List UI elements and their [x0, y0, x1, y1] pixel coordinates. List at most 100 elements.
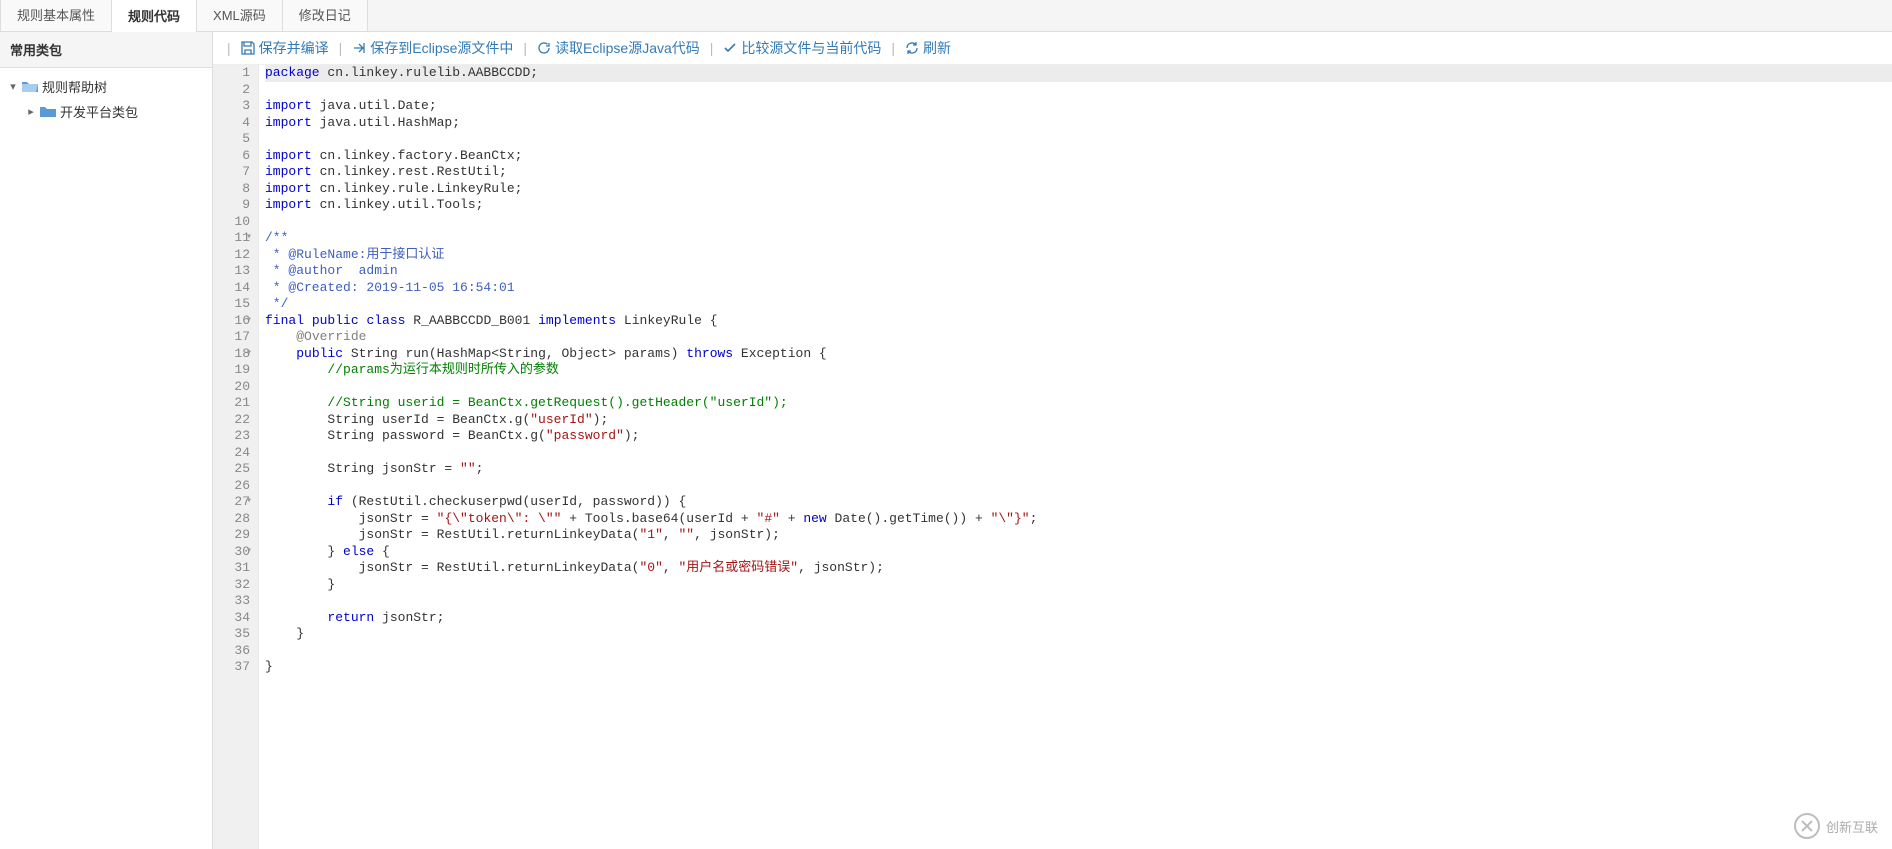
- code-line[interactable]: [265, 593, 1892, 610]
- line-number: 33: [219, 593, 250, 610]
- line-number: 29: [219, 527, 250, 544]
- code-line[interactable]: import java.util.Date;: [265, 98, 1892, 115]
- line-number: 5: [219, 131, 250, 148]
- line-number: 31: [219, 560, 250, 577]
- separator: |: [339, 40, 343, 56]
- code-line[interactable]: [265, 478, 1892, 495]
- code-line[interactable]: jsonStr = RestUtil.returnLinkeyData("0",…: [265, 560, 1892, 577]
- code-line[interactable]: }: [265, 577, 1892, 594]
- line-number: 11: [219, 230, 250, 247]
- code-line[interactable]: * @author admin: [265, 263, 1892, 280]
- code-line[interactable]: //params为运行本规则时所传入的参数: [265, 362, 1892, 379]
- code-line[interactable]: }: [265, 626, 1892, 643]
- code-line[interactable]: return jsonStr;: [265, 610, 1892, 627]
- code-line[interactable]: [265, 82, 1892, 99]
- separator: |: [891, 40, 895, 56]
- export-icon: [352, 41, 366, 55]
- code-line[interactable]: public String run(HashMap<String, Object…: [265, 346, 1892, 363]
- tree-root-node[interactable]: ▾ 规则帮助树: [4, 74, 208, 99]
- tab-3[interactable]: 修改日记: [282, 0, 368, 31]
- code-line[interactable]: /**: [265, 230, 1892, 247]
- line-number: 21: [219, 395, 250, 412]
- chevron-right-icon[interactable]: ▸: [24, 105, 38, 118]
- save-to-eclipse-label: 保存到Eclipse源文件中: [370, 38, 513, 58]
- read-eclipse-label: 读取Eclipse源Java代码: [555, 38, 700, 58]
- line-number: 12: [219, 247, 250, 264]
- code-editor[interactable]: 1234567891011121314151617181920212223242…: [213, 65, 1892, 849]
- code-line[interactable]: @Override: [265, 329, 1892, 346]
- line-number: 18: [219, 346, 250, 363]
- code-line[interactable]: String password = BeanCtx.g("password");: [265, 428, 1892, 445]
- line-number: 13: [219, 263, 250, 280]
- code-line[interactable]: * @Created: 2019-11-05 16:54:01: [265, 280, 1892, 297]
- code-line[interactable]: String jsonStr = "";: [265, 461, 1892, 478]
- code-line[interactable]: [265, 131, 1892, 148]
- code-line[interactable]: import cn.linkey.rest.RestUtil;: [265, 164, 1892, 181]
- code-line[interactable]: final public class R_AABBCCDD_B001 imple…: [265, 313, 1892, 330]
- code-line[interactable]: * @RuleName:用于接口认证: [265, 247, 1892, 264]
- line-number: 16: [219, 313, 250, 330]
- tree-child-label: 开发平台类包: [60, 102, 138, 121]
- line-number: 6: [219, 148, 250, 165]
- code-line[interactable]: [265, 643, 1892, 660]
- line-number: 17: [219, 329, 250, 346]
- save-compile-button[interactable]: 保存并编译: [241, 38, 329, 58]
- editor-code[interactable]: package cn.linkey.rulelib.AABBCCDD; impo…: [259, 65, 1892, 849]
- code-line[interactable]: [265, 214, 1892, 231]
- sidebar: 常用类包 ▾ 规则帮助树 ▸ 开发平台类包: [0, 32, 213, 849]
- save-to-eclipse-button[interactable]: 保存到Eclipse源文件中: [352, 38, 513, 58]
- line-number: 35: [219, 626, 250, 643]
- line-number: 2: [219, 82, 250, 99]
- line-number: 23: [219, 428, 250, 445]
- read-eclipse-button[interactable]: 读取Eclipse源Java代码: [537, 38, 700, 58]
- code-line[interactable]: } else {: [265, 544, 1892, 561]
- code-line[interactable]: jsonStr = RestUtil.returnLinkeyData("1",…: [265, 527, 1892, 544]
- separator: |: [523, 40, 527, 56]
- code-line[interactable]: //String userid = BeanCtx.getRequest().g…: [265, 395, 1892, 412]
- line-number: 22: [219, 412, 250, 429]
- separator: |: [710, 40, 714, 56]
- code-line[interactable]: if (RestUtil.checkuserpwd(userId, passwo…: [265, 494, 1892, 511]
- code-line[interactable]: String userId = BeanCtx.g("userId");: [265, 412, 1892, 429]
- code-line[interactable]: [265, 379, 1892, 396]
- refresh-label: 刷新: [923, 38, 951, 58]
- line-number: 30: [219, 544, 250, 561]
- line-number: 14: [219, 280, 250, 297]
- compare-source-button[interactable]: 比较源文件与当前代码: [723, 38, 881, 58]
- line-number: 9: [219, 197, 250, 214]
- code-line[interactable]: import cn.linkey.rule.LinkeyRule;: [265, 181, 1892, 198]
- code-line[interactable]: [265, 445, 1892, 462]
- tab-1[interactable]: 规则代码: [111, 0, 197, 32]
- line-number: 34: [219, 610, 250, 627]
- tab-2[interactable]: XML源码: [196, 0, 283, 31]
- tree-child-node[interactable]: ▸ 开发平台类包: [22, 99, 208, 124]
- line-number: 3: [219, 98, 250, 115]
- line-number: 7: [219, 164, 250, 181]
- refresh-button[interactable]: 刷新: [905, 38, 951, 58]
- code-line[interactable]: import cn.linkey.util.Tools;: [265, 197, 1892, 214]
- code-line[interactable]: import java.util.HashMap;: [265, 115, 1892, 132]
- code-line[interactable]: */: [265, 296, 1892, 313]
- code-line[interactable]: }: [265, 659, 1892, 676]
- check-icon: [723, 41, 737, 55]
- compare-source-label: 比较源文件与当前代码: [741, 38, 881, 58]
- line-number: 27: [219, 494, 250, 511]
- line-number: 8: [219, 181, 250, 198]
- folder-icon: [40, 105, 56, 119]
- chevron-down-icon[interactable]: ▾: [6, 80, 20, 93]
- code-line[interactable]: jsonStr = "{\"token\": \"" + Tools.base6…: [265, 511, 1892, 528]
- line-number: 20: [219, 379, 250, 396]
- line-number: 19: [219, 362, 250, 379]
- line-number: 15: [219, 296, 250, 313]
- editor-gutter: 1234567891011121314151617181920212223242…: [213, 65, 259, 849]
- line-number: 26: [219, 478, 250, 495]
- line-number: 25: [219, 461, 250, 478]
- tree-root-label: 规则帮助树: [42, 77, 107, 96]
- separator: |: [227, 40, 231, 56]
- tab-0[interactable]: 规则基本属性: [0, 0, 112, 31]
- line-number: 28: [219, 511, 250, 528]
- code-line[interactable]: import cn.linkey.factory.BeanCtx;: [265, 148, 1892, 165]
- line-number: 4: [219, 115, 250, 132]
- folder-open-icon: [22, 80, 38, 94]
- code-line[interactable]: package cn.linkey.rulelib.AABBCCDD;: [265, 65, 1892, 82]
